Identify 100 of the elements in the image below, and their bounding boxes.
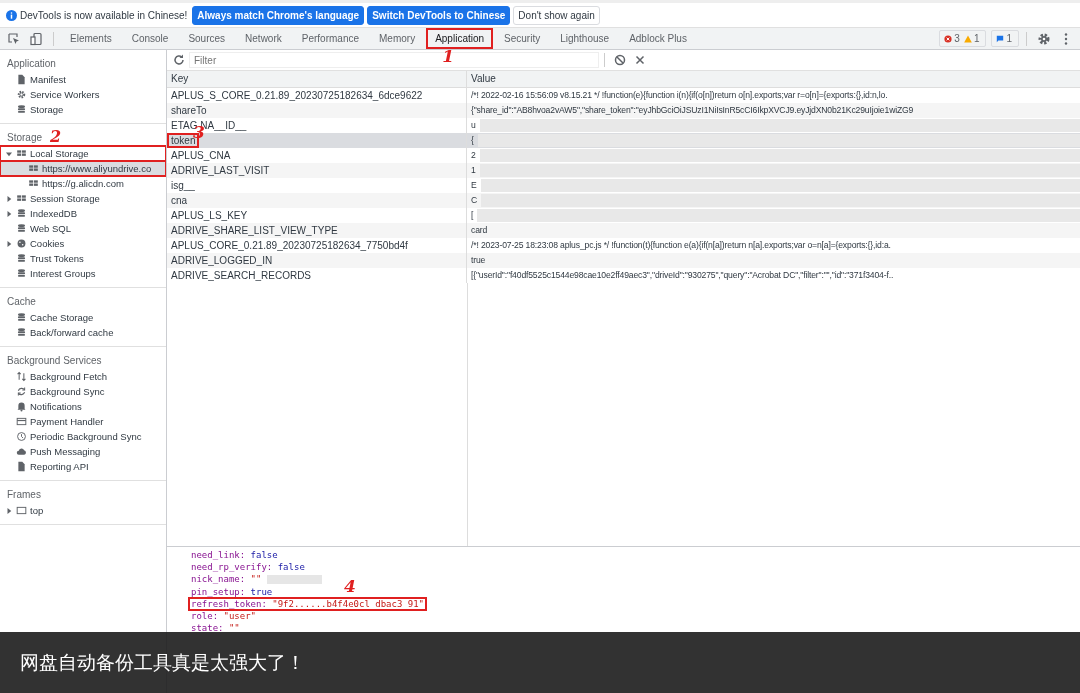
tree-item[interactable]: Session Storage [0,191,166,206]
bell-icon [16,401,27,412]
section-title: Frames [7,488,41,500]
annotation-number: 2 [50,129,62,145]
tree-item[interactable]: Payment Handler [0,414,166,429]
key-cell[interactable]: APLUS_LS_KEY [168,209,251,222]
tree-item[interactable]: Background Fetch [0,369,166,384]
panel-tab[interactable]: Elements [61,28,121,49]
code-line: pin_setup: true [190,585,274,598]
key-cell[interactable]: cna [168,194,191,207]
device-icon[interactable] [29,31,43,46]
cookie-icon [16,238,27,249]
key-cell[interactable]: APLUS_CORE_0.21.89_20230725182634_7750bd4f [168,239,411,252]
clear-all-icon[interactable] [613,53,627,67]
table-icon [16,193,27,204]
issues-counter[interactable]: 3 1 [939,30,987,47]
info-message: DevTools is now available in Chinese! [20,9,188,21]
tree-item[interactable]: Push Messaging [0,444,166,459]
tree-item[interactable]: Back/forward cache [0,325,166,340]
key-cell[interactable]: APLUS_S_CORE_0.21.89_20230725182634_6dce9622 [168,89,426,102]
panel-tab[interactable]: Network [236,28,291,49]
database-icon [16,208,27,219]
table-cell[interactable]: [ [471,208,474,223]
tree-item[interactable]: Local Storage [0,146,166,161]
infobar-button[interactable]: Always match Chrome's language [192,5,365,25]
settings-icon[interactable] [1037,31,1051,46]
gear-icon [16,89,27,100]
table-cell[interactable]: u [471,118,476,133]
delete-icon[interactable] [633,53,647,67]
caption-text: 网盘自动备份工具真是太强大了！ [20,649,305,675]
panel-tab[interactable]: Memory [370,28,425,49]
panel-tab[interactable]: Adblock Plus [620,28,696,49]
tree-item[interactable]: Manifest [0,72,166,87]
table-icon [28,178,39,189]
tree-item[interactable]: Reporting API [0,459,166,474]
key-cell[interactable]: ADRIVE_LAST_VISIT [168,164,273,177]
collapsed-arrow-icon[interactable] [6,195,12,202]
column-header[interactable]: Key [167,71,467,87]
table-cell[interactable]: C [471,193,478,208]
key-cell[interactable]: ADRIVE_LOGGED_IN [168,254,276,267]
column-header[interactable]: Value [467,71,1080,87]
panel-tab[interactable]: Security [495,28,550,49]
table-cell[interactable]: E [471,178,477,193]
panel-tab[interactable]: Performance [292,28,368,49]
database-icon [16,223,27,234]
messages-counter[interactable]: 1 [991,30,1019,47]
tree-item[interactable]: Periodic Background Sync [0,429,166,444]
table-cell[interactable]: { [471,133,474,148]
key-cell[interactable]: ADRIVE_SEARCH_RECORDS [168,269,315,282]
inspect-icon[interactable] [7,31,21,46]
collapsed-arrow-icon[interactable] [6,240,12,247]
key-cell[interactable]: isg__ [168,179,198,192]
tree-item[interactable]: Background Sync [0,384,166,399]
tree-item[interactable]: https://g.alicdn.com [0,176,166,191]
tree-item[interactable]: Notifications [0,399,166,414]
key-cell[interactable]: ADRIVE_SHARE_LIST_VIEW_TYPE [168,224,341,237]
key-cell[interactable]: shareTo [168,104,210,117]
frame-icon [16,505,27,516]
section-title: Cache [7,295,36,307]
tree-item[interactable]: top [0,503,166,518]
table-cell[interactable]: {"share_id":"AB8hvoa2vAW5","share_token":"eyJhbGciOiJSUzI1NiIsInR5cCI6IkpXVCJ9.eyJjdXN0b21Kc29uIjoie1wiZG9 [471,103,914,118]
table-cell[interactable]: true [471,253,486,268]
panel-tab[interactable]: Lighthouse [551,28,619,49]
table-icon [16,148,27,159]
table-cell[interactable]: /*! 2022-02-16 15:56:09 v8.15.21 */ !function(e){function i(n){if(o[n])return o[n].exports;var r=o[n]={exports:{},id:n,lo. [471,88,888,103]
clock-icon [16,431,27,442]
tree-item[interactable]: Cache Storage [0,310,166,325]
tree-item[interactable]: Trust Tokens [0,251,166,266]
table-cell[interactable]: [{"userId":"f40df5525c1544e98cae10e2ff49aec3","driveId":"930275","query":"Acrobat DC","filter":"","id":"371f3404-f.. [471,268,894,283]
collapsed-arrow-icon[interactable] [6,210,12,217]
tree-item[interactable]: Service Workers [0,87,166,102]
panel-tab[interactable]: Console [122,28,178,49]
refresh-icon[interactable] [172,53,186,67]
table-cell[interactable]: /*! 2023-07-25 18:23:08 aplus_pc.js */ !function(t){function e(a){if(n[a])return n[a].exports;var o=n[a]={exports:{},id:a. [471,238,891,253]
tree-item[interactable]: IndexedDB [0,206,166,221]
cloud-icon [16,446,27,457]
collapsed-arrow-icon[interactable] [6,507,12,514]
error-count: 3 [954,33,960,44]
tree-item[interactable]: Storage [0,102,166,117]
tree-item[interactable]: https://www.aliyundrive.co [0,161,166,176]
error-icon [944,34,953,43]
file-icon [16,461,27,472]
table-cell[interactable]: card [471,223,488,238]
database-icon [16,327,27,338]
tree-item[interactable]: Interest Groups [0,266,166,281]
expanded-arrow-icon[interactable] [6,150,12,157]
tree-item[interactable]: Web SQL [0,221,166,236]
panel-tab[interactable]: Sources [179,28,235,49]
section-title: Background Services [7,354,102,366]
code-line: need_rp_verify: false [190,561,306,574]
tree-item[interactable]: Cookies [0,236,166,251]
table-cell[interactable]: 1 [471,163,476,178]
info-icon [6,9,17,21]
message-count: 1 [1006,33,1012,44]
key-cell[interactable]: APLUS_CNA [168,149,234,162]
code-line: refresh_token: "9f2......b4f4e0cl dbac3 91" [189,597,426,610]
message-icon [996,34,1005,43]
table-cell[interactable]: 2 [471,148,476,163]
infobar-button[interactable]: Don't show again [513,5,600,25]
infobar-button[interactable]: Switch DevTools to Chinese [367,5,511,25]
